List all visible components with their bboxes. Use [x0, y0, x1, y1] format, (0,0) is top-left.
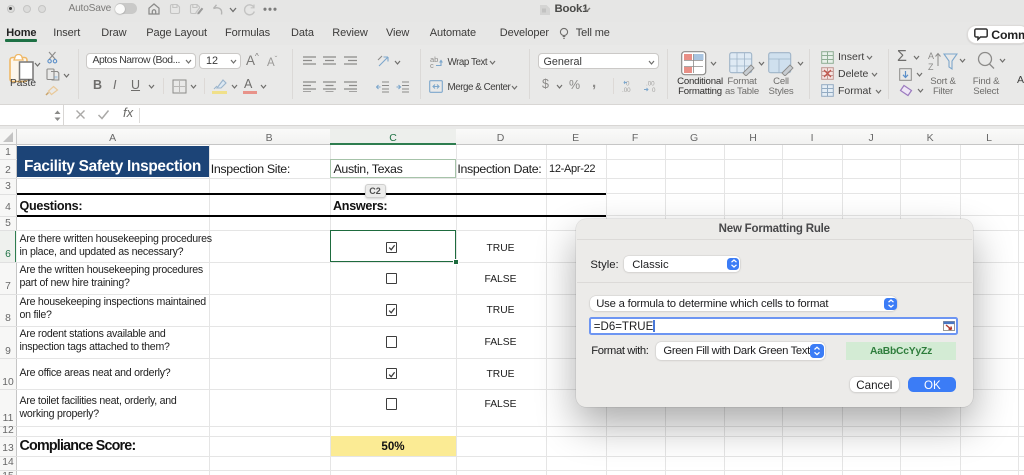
svg-text:0: 0 [652, 87, 656, 93]
svg-text:.00: .00 [622, 87, 631, 93]
svg-text:Z: Z [928, 62, 934, 72]
svg-text:A: A [928, 51, 934, 61]
svg-text:c: c [430, 61, 434, 68]
